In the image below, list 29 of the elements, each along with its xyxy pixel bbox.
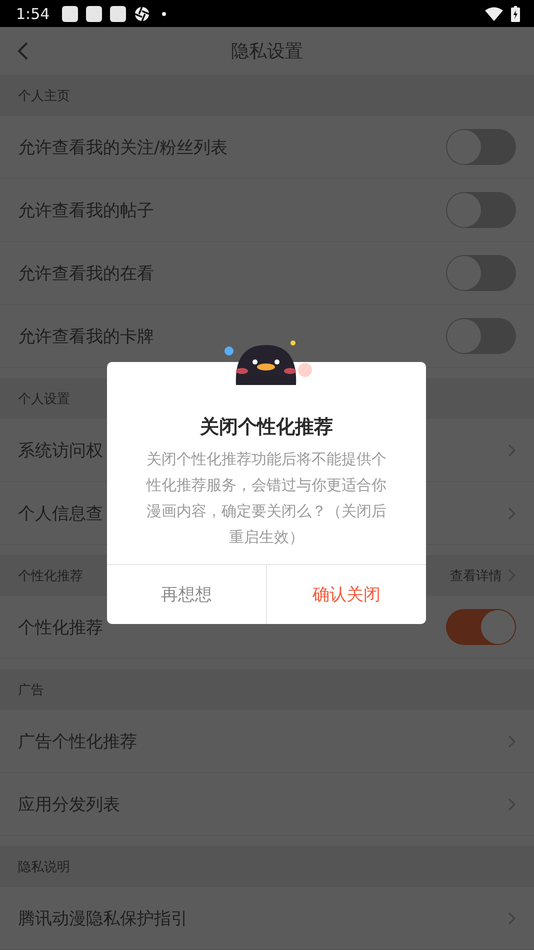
toggle-switch[interactable] [446, 318, 516, 354]
battery-icon [511, 6, 520, 22]
cancel-button[interactable]: 再想想 [107, 565, 266, 624]
confirm-button[interactable]: 确认关闭 [266, 565, 426, 624]
setting-label: 个性化推荐 [18, 616, 103, 638]
notification-icon [110, 6, 126, 22]
back-icon[interactable] [17, 42, 28, 60]
setting-label: 个人信息查 [18, 502, 103, 524]
toggle-switch[interactable] [446, 609, 516, 645]
toggle-switch[interactable] [446, 192, 516, 228]
setting-label: 广告个性化推荐 [18, 730, 137, 752]
notification-icon [86, 6, 102, 22]
dialog-message: 关闭个性化推荐功能后将不能提供个性化推荐服务，会错过与你更适合你漫画内容，确定要关闭么？（关闭后重启生效） [145, 449, 388, 548]
setting-label: 允许查看我的在看 [18, 262, 154, 284]
setting-label: 允许查看我的关注/粉丝列表 [18, 136, 228, 158]
page-title: 隐私设置 [231, 40, 303, 63]
setting-label: 应用分发列表 [18, 794, 120, 816]
more-notifications-icon [162, 12, 166, 16]
toggle-switch[interactable] [446, 255, 516, 291]
status-time: 1:54 [16, 4, 50, 22]
toggle-switch[interactable] [446, 129, 516, 165]
aperture-icon [134, 6, 150, 22]
setting-label: 允许查看我的卡牌 [18, 326, 154, 348]
setting-label: 允许查看我的帖子 [18, 200, 154, 222]
dialog-title: 关闭个性化推荐 [200, 415, 333, 440]
setting-label: 腾讯动漫隐私保护指引 [18, 908, 188, 930]
notification-icon [62, 6, 78, 22]
wifi-icon [485, 6, 503, 20]
setting-label: 系统访问权 [18, 440, 103, 462]
